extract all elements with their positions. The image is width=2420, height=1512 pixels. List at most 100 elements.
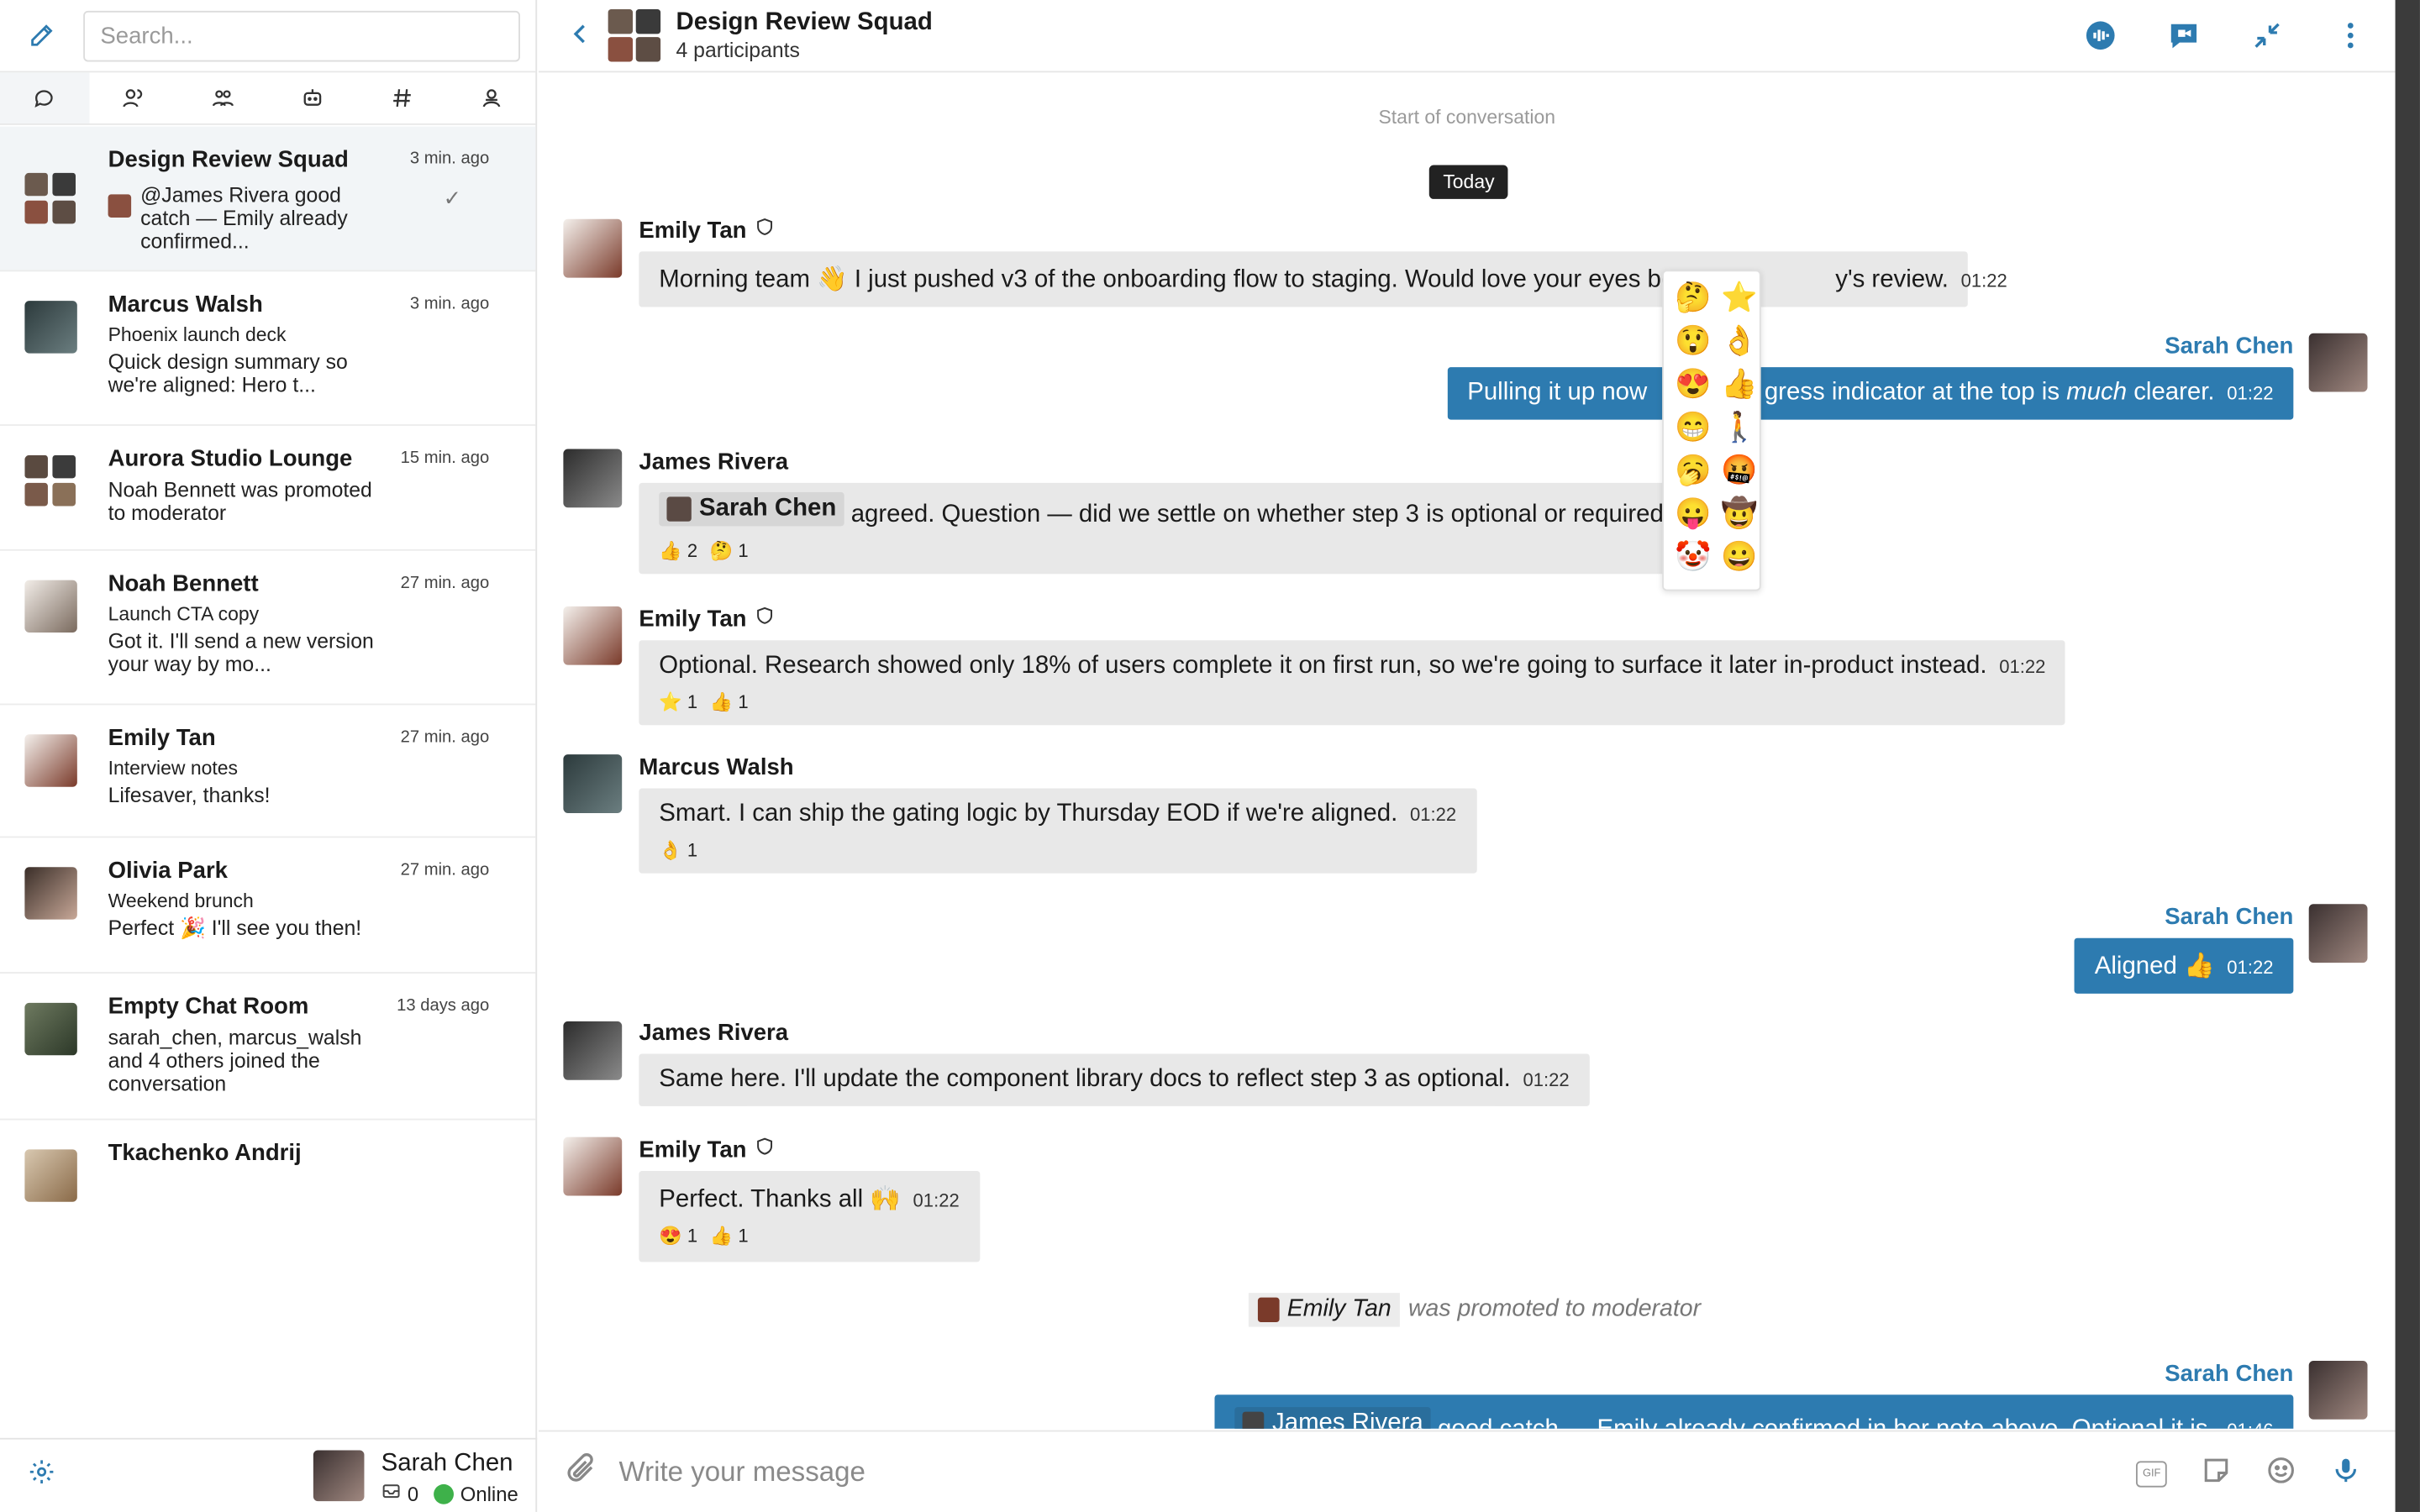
avatar[interactable] (2308, 904, 2368, 963)
emoji-option[interactable]: 🚶 (1719, 407, 1760, 450)
user-mention[interactable]: Sarah Chen (659, 491, 844, 527)
avatar[interactable] (563, 449, 623, 508)
conversation-item[interactable]: Aurora Studio Lounge Noah Bennett was pr… (0, 426, 536, 551)
message-bubble[interactable]: Morning team 👋 I just pushed v3 of the o… (639, 251, 2007, 307)
emoji-option[interactable]: 😀 (1719, 537, 1760, 580)
user-mention[interactable]: James Rivera (1234, 1407, 1431, 1429)
reaction[interactable]: 👍 1 (710, 1225, 749, 1247)
microphone-icon[interactable] (2330, 1455, 2361, 1494)
message-bubble[interactable]: James Rivera good catch — Emily already … (1215, 1394, 2294, 1429)
emoji-option[interactable]: 👍 (1719, 364, 1760, 407)
avatar[interactable] (563, 218, 623, 278)
conversation-item[interactable]: Noah Bennett Launch CTA copy Got it. I'l… (0, 551, 536, 706)
emoji-option[interactable]: 🥱 (1673, 450, 1713, 493)
reaction[interactable]: 👌 1 (659, 839, 697, 861)
gif-icon[interactable]: GIF (2136, 1461, 2167, 1488)
message-bubble[interactable]: Optional. Research showed only 18% of us… (639, 640, 2066, 726)
sender-name: James Rivera (639, 1020, 789, 1047)
shield-icon (755, 605, 775, 633)
audio-call-icon[interactable] (2084, 18, 2118, 60)
conversation-subject: Weekend brunch (108, 890, 254, 912)
conversation-preview: Perfect 🎉 I'll see you then! (108, 916, 362, 940)
system-message: Emily Tan was promoted to moderator (1248, 1293, 1701, 1327)
sticker-icon[interactable] (2201, 1455, 2232, 1494)
minimize-icon[interactable] (2250, 18, 2284, 60)
message: Emily Tan Optional. Research showed only… (639, 605, 2066, 726)
emoji-option[interactable]: 😍 (1673, 364, 1713, 407)
people-icon[interactable] (446, 72, 535, 123)
message-bubble[interactable]: Same here. I'll update the component lib… (639, 1053, 1590, 1106)
contacts-icon[interactable] (89, 72, 178, 123)
conversation-time: 15 min. ago (400, 449, 490, 468)
emoji-icon[interactable] (2265, 1455, 2296, 1494)
conversation-time: 13 days ago (397, 996, 490, 1016)
conversation-item[interactable]: Empty Chat Room sarah_chen, marcus_walsh… (0, 974, 536, 1121)
avatar[interactable] (2308, 333, 2368, 392)
bots-icon[interactable] (268, 72, 357, 123)
emoji-option[interactable]: 😛 (1673, 494, 1713, 537)
conversation-preview: sarah_chen, marcus_walsh and 4 others jo… (108, 1026, 362, 1096)
avatar[interactable] (563, 754, 623, 813)
emoji-option[interactable]: 🤬 (1719, 450, 1760, 493)
chat-main: Design Review Squad 4 participants Start… (539, 0, 2396, 1512)
emoji-option[interactable]: 🤠 (1719, 494, 1760, 537)
avatar (24, 580, 77, 633)
message-text: good catch — Emily already confirmed in … (1438, 1416, 2215, 1429)
reaction[interactable]: 👍 1 (710, 691, 749, 713)
avatar[interactable] (563, 1021, 623, 1080)
participants-count[interactable]: 4 participants (676, 39, 799, 62)
video-call-icon[interactable] (2167, 18, 2201, 60)
groups-icon[interactable] (178, 72, 267, 123)
avatar[interactable] (563, 606, 623, 665)
message: Sarah Chen Aligned 👍 01:22 (2074, 904, 2294, 994)
emoji-option[interactable]: ⭐ (1719, 278, 1760, 321)
message-bubble[interactable]: Perfect. Thanks all 🙌 01:22 😍 1 👍 1 (639, 1171, 980, 1263)
reaction[interactable]: 👍 2 (659, 540, 697, 562)
message-bubble[interactable]: Pulling it up now gress indicator at the … (1447, 367, 2294, 420)
conversation-item[interactable]: Emily Tan Interview notes Lifesaver, tha… (0, 705, 536, 838)
conversation-item[interactable]: Olivia Park Weekend brunch Perfect 🎉 I'l… (0, 837, 536, 974)
sender-name: Emily Tan (639, 216, 1967, 244)
reaction[interactable]: 😍 1 (659, 1225, 697, 1247)
mention-avatar (666, 496, 692, 522)
user-mention[interactable]: Emily Tan (1248, 1293, 1401, 1327)
emoji-option[interactable]: 👌 (1719, 321, 1760, 364)
paperclip-icon[interactable] (563, 1452, 597, 1494)
sender-name: Marcus Walsh (639, 754, 794, 781)
message-text: Smart. I can ship the gating logic by Th… (659, 801, 1398, 827)
conversation-item[interactable]: Tkachenko Andrij (0, 1120, 535, 1221)
message-bubble[interactable]: Aligned 👍 01:22 (2074, 937, 2294, 994)
reactions: ⭐ 1 👍 1 (659, 691, 2045, 713)
compose-icon[interactable] (24, 18, 58, 52)
shield-icon (755, 216, 775, 244)
current-user-status[interactable]: 0 Online (381, 1481, 518, 1505)
conversation-name: Marcus Walsh (108, 291, 263, 318)
avatar[interactable] (313, 1450, 365, 1502)
avatar (24, 1149, 77, 1202)
search-input[interactable] (83, 9, 520, 61)
conversation-time: 3 min. ago (409, 150, 490, 169)
message-bubble[interactable]: Sarah Chen agreed. Question — did we set… (639, 482, 1683, 575)
message-text: clearer. (2127, 379, 2215, 407)
conversation-name: Aurora Studio Lounge (108, 445, 353, 473)
reaction[interactable]: ⭐ 1 (659, 691, 697, 713)
avatar[interactable] (563, 1137, 623, 1196)
gear-icon[interactable] (28, 1458, 55, 1494)
message-bubble[interactable]: Smart. I can ship the gating logic by Th… (639, 788, 1476, 874)
conversation-item[interactable]: Design Review Squad @James Rivera good c… (0, 126, 536, 272)
back-icon[interactable] (566, 20, 594, 55)
emoji-option[interactable]: 😲 (1673, 321, 1713, 364)
chats-icon[interactable] (0, 72, 90, 123)
more-menu-icon[interactable] (2333, 18, 2367, 60)
emoji-option[interactable]: 😁 (1673, 407, 1713, 450)
message-input[interactable] (618, 1450, 2008, 1494)
avatar[interactable] (2308, 1360, 2368, 1420)
read-check-icon: ✓ (443, 185, 462, 210)
reaction[interactable]: 🤔 1 (710, 540, 749, 562)
reactions: 👍 2 🤔 1 (659, 540, 1662, 562)
date-separator: Today (1428, 165, 1509, 199)
emoji-option[interactable]: 🤡 (1673, 537, 1713, 580)
conversation-item[interactable]: Marcus Walsh Phoenix launch deck Quick d… (0, 271, 536, 426)
emoji-option[interactable]: 🤔 (1673, 278, 1713, 321)
channels-icon[interactable] (357, 72, 446, 123)
